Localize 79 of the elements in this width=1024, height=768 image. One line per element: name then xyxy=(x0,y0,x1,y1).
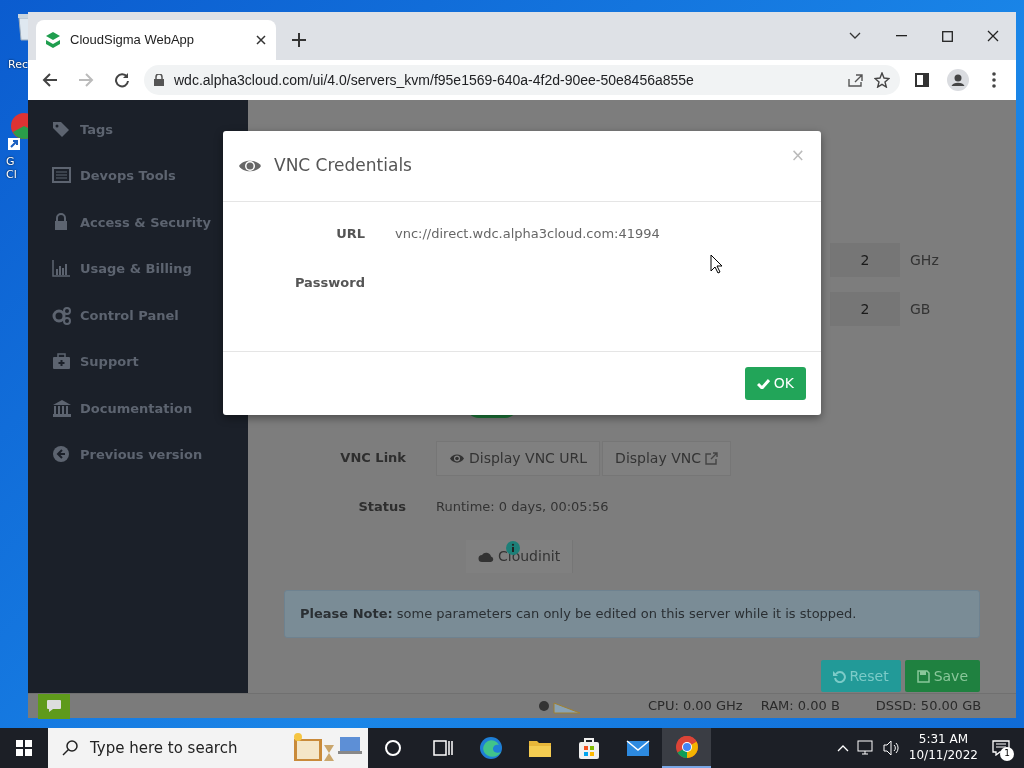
desktop-icon-label[interactable]: Rec xyxy=(8,58,28,72)
lock-icon xyxy=(154,74,164,86)
display-vnc-url-button[interactable]: Display VNC URL xyxy=(436,440,601,476)
minimize-icon[interactable] xyxy=(895,35,907,37)
new-tab-icon[interactable] xyxy=(292,33,306,47)
sidebar-item[interactable]: Devops Tools xyxy=(28,152,248,199)
logo-icon xyxy=(46,32,60,48)
gears-icon xyxy=(52,305,72,325)
back-icon[interactable] xyxy=(42,72,58,88)
reset-button[interactable]: Reset xyxy=(820,660,901,692)
tab-title: CloudSigma WebApp xyxy=(70,31,195,50)
search-field[interactable]: Type here to search xyxy=(48,728,368,768)
number-input[interactable]: 2 xyxy=(830,292,900,326)
reload-icon[interactable] xyxy=(114,72,130,88)
clock[interactable]: 5:31 AM 10/11/2022 xyxy=(908,732,978,764)
field-label: VNC Link xyxy=(339,449,407,468)
medkit-icon xyxy=(52,352,72,372)
note-text: Please Note: some parameters can only be edited on this server while it is stopped. xyxy=(300,605,857,624)
chrome-icon[interactable] xyxy=(674,735,699,759)
address-bar[interactable]: wdc.alpha3cloud.com/ui/4.0/servers_kvm/f95e1569-640a-4f2d-90ee-50e8456a855e xyxy=(144,65,900,95)
network-icon[interactable] xyxy=(856,740,875,756)
cloud-icon xyxy=(478,550,494,562)
chat-icon xyxy=(46,699,62,713)
unit-label: GHz xyxy=(910,250,939,270)
undo-icon xyxy=(832,669,846,683)
menu-icon[interactable] xyxy=(992,72,996,88)
notification-icon xyxy=(992,740,1010,756)
chevron-down-icon[interactable] xyxy=(849,32,861,40)
status-value: Runtime: 0 days, 00:05:56 xyxy=(436,498,609,517)
start-icon[interactable] xyxy=(16,740,32,756)
close-icon[interactable] xyxy=(987,30,999,42)
field-label: URL xyxy=(335,225,365,243)
star-icon[interactable] xyxy=(874,72,890,88)
field-value: vnc://direct.wdc.alpha3cloud.com:41994 xyxy=(395,225,660,243)
sidebar-item[interactable]: Access & Security xyxy=(28,199,248,246)
storage-usage: DSSD: 50.00 GB xyxy=(875,697,982,716)
cpu-usage: CPU: 0.00 GHz xyxy=(648,697,743,716)
bank-icon xyxy=(52,398,72,418)
mouse-cursor-icon xyxy=(710,254,723,274)
external-link-icon xyxy=(705,451,718,465)
sidebar-item[interactable]: Previous version xyxy=(28,431,248,478)
number-input[interactable]: 2 xyxy=(830,243,900,277)
notifications-button[interactable]: 1 xyxy=(986,733,1016,763)
tags-icon xyxy=(52,119,72,139)
sidebar-item[interactable]: Documentation xyxy=(28,385,248,432)
share-icon[interactable] xyxy=(848,73,864,87)
sidebar-item[interactable]: Support xyxy=(28,338,248,385)
chevron-up-icon[interactable] xyxy=(836,744,849,752)
close-icon[interactable] xyxy=(256,35,266,45)
bar-chart-icon xyxy=(52,259,72,279)
profile-icon[interactable] xyxy=(947,69,969,91)
field-label: Password xyxy=(293,274,365,292)
field-label: Status xyxy=(357,498,407,517)
sidebar-item[interactable]: Control Panel xyxy=(28,292,248,339)
close-button[interactable]: × xyxy=(790,143,805,169)
eye-icon xyxy=(238,158,262,174)
search-placeholder: Type here to search xyxy=(90,737,238,759)
desktop-icon-label[interactable]: G Cl xyxy=(6,155,17,182)
store-icon[interactable] xyxy=(576,736,601,760)
display-vnc-button[interactable]: Display VNC xyxy=(602,440,731,476)
sidebar-item[interactable]: Usage & Billing xyxy=(28,245,248,292)
maximize-icon[interactable] xyxy=(941,30,953,42)
sidebar-item[interactable]: Tags xyxy=(28,106,248,153)
side-panel-icon[interactable] xyxy=(915,73,929,87)
modal-title: VNC Credentials xyxy=(274,154,412,178)
url-text: wdc.alpha3cloud.com/ui/4.0/servers_kvm/f95e1569-640a-4f2d-90ee-50e8456a855e xyxy=(174,70,694,90)
eye-icon xyxy=(449,452,465,464)
unit-label: GB xyxy=(910,299,931,319)
list-icon xyxy=(52,166,72,186)
volume-icon[interactable] xyxy=(882,740,901,756)
chat-button[interactable] xyxy=(38,693,70,719)
notification-count: 1 xyxy=(1000,747,1014,761)
search-icon xyxy=(62,740,78,756)
check-icon xyxy=(756,378,770,389)
save-button[interactable]: Save xyxy=(904,660,980,692)
ram-usage: RAM: 0.00 B xyxy=(760,697,840,716)
ok-button[interactable]: OK xyxy=(744,367,806,400)
edge-icon[interactable] xyxy=(478,736,503,760)
browser-tab[interactable]: CloudSigma WebApp xyxy=(36,20,276,60)
